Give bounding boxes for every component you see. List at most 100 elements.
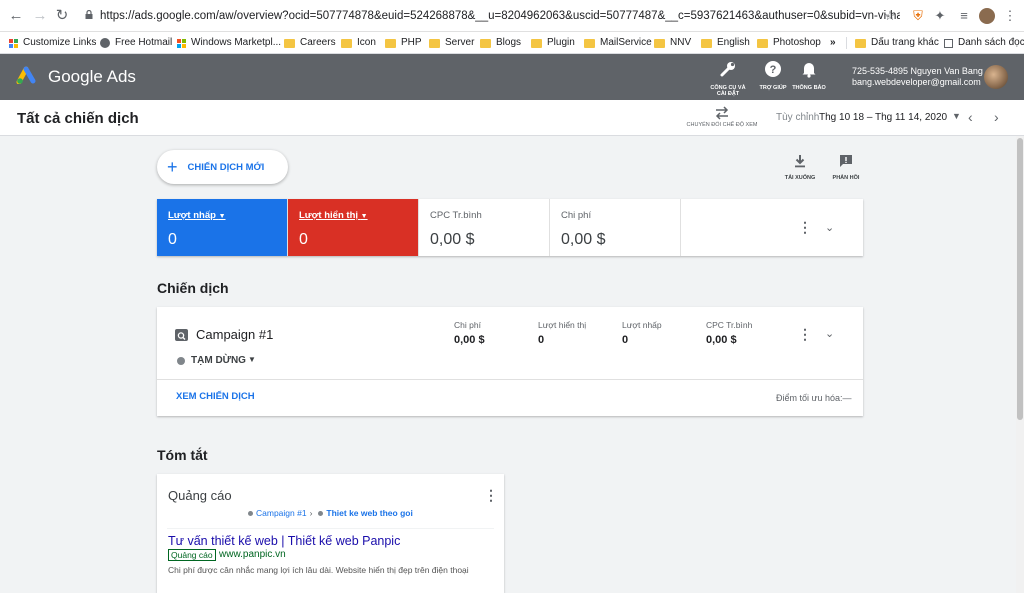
url-bar[interactable]: https://ads.google.com/aw/overview?ocid=… [100,5,900,27]
bookmark-item[interactable]: Blogs [480,36,521,50]
chevron-left-icon[interactable]: ‹ [968,109,973,125]
switch-view-button[interactable]: CHUYỂN ĐỔI CHẾ ĐỘ XEM [680,106,764,128]
bookmark-item[interactable]: MailService [584,36,652,50]
folder-icon [385,38,396,48]
caret-down-icon: ▼ [218,213,226,220]
bookmark-label: Plugin [547,37,575,48]
chevron-right-icon[interactable]: › [994,109,999,125]
svg-text:?: ? [770,64,777,76]
apps-grid-icon [9,38,18,48]
page-scrollbar-thumb[interactable] [1017,138,1023,420]
download-icon [795,155,805,168]
metric-avg-cpc[interactable]: CPC Tr.bình 0,00 $ [419,199,550,256]
bookmark-item[interactable]: Windows Marketpl... [177,36,281,50]
ad-description: Chi phí được cân nhắc mang lợi ích lâu d… [168,565,469,575]
bell-icon [802,63,816,78]
metric-impressions[interactable]: Lượt hiển thị ▼ 0 [288,199,419,256]
bookmarks-overflow-button[interactable]: » [830,36,836,50]
bookmark-item[interactable]: Careers [284,36,336,50]
download-label: TẢI XUỐNG [784,175,816,181]
reload-icon[interactable]: ↻ [52,6,72,26]
metric-value: 0 [299,231,308,248]
optimization-score: Điểm tối ưu hóa:— [776,393,852,403]
notifications-button[interactable]: THÔNG BÁO [787,60,831,91]
campaign-stat-cost: Chi phí 0,00 $ [454,320,485,346]
account-info[interactable]: 725-535-4895 Nguyen Van Bang bang.webdev… [852,66,983,88]
back-arrow-icon[interactable]: ← [6,6,26,26]
bookmark-item[interactable]: English [701,36,750,50]
breadcrumb-campaign-link[interactable]: Campaign #1 [256,508,307,518]
stat-value: 0,00 $ [706,334,737,346]
account-avatar[interactable] [984,65,1008,89]
ad-preview-card: Quảng cáo ⋮ Campaign #1 › Thiet ke web t… [157,474,504,593]
download-button[interactable]: TẢI XUỐNG [780,154,820,181]
more-options-icon[interactable]: ⋮ [798,327,812,341]
extensions-puzzle-icon[interactable]: ✦ [932,8,948,24]
plus-icon: + [167,157,178,177]
bookmark-label: NNV [670,37,692,48]
metrics-scorecard: Lượt nhấp ▼ 0 Lượt hiển thị ▼ 0 CPC Tr.b… [157,199,863,256]
stat-name: Lượt hiển thị [538,320,587,330]
bookmark-label: Free Hotmail [115,37,173,48]
bookmark-label: Blogs [496,37,522,48]
folder-icon [429,38,440,48]
metric-clicks[interactable]: Lượt nhấp ▼ 0 [157,199,288,256]
chevron-down-icon[interactable]: ⌄ [825,327,834,340]
bookmark-item[interactable]: NNV [654,36,691,50]
other-bookmarks[interactable]: Dấu trang khác [855,36,939,50]
adgroup-dot-icon [318,510,324,516]
google-ads-logo-icon[interactable] [16,64,38,84]
folder-icon [757,38,768,48]
bookmark-label: Customize Links [23,37,97,48]
ad-headline[interactable]: Tư vấn thiết kế web | Thiết kế web Panpi… [168,534,400,548]
reading-list[interactable]: Danh sách đọc [944,36,1024,50]
bookmark-label: Dấu trang khác [871,37,939,48]
stat-value: 0,00 $ [454,334,485,346]
metric-name: CPC Tr.bình [430,210,482,221]
folder-icon [480,38,491,48]
bookmarks-bar: Customize Links Free Hotmail Windows Mar… [0,32,1024,54]
bookmark-item[interactable]: Photoshop [757,36,821,50]
bookmark-star-icon[interactable]: ☆ [882,8,898,24]
stat-value: 0 [538,334,545,346]
more-options-icon[interactable]: ⋮ [484,488,498,502]
new-campaign-button[interactable]: + CHIẾN DỊCH MỚI [157,150,288,184]
bookmark-item[interactable]: Plugin [531,36,575,50]
breadcrumb-adgroup-link[interactable]: Thiet ke web theo goi [326,508,412,518]
help-icon: ? [765,61,781,77]
page-title: Tất cả chiến dịch [17,110,139,127]
caret-down-icon[interactable]: ▼ [248,355,256,364]
tools-settings-button[interactable]: CÔNG CỤ VÀ CÀI ĐẶT [706,60,750,97]
metric-name[interactable]: Lượt nhấp ▼ [168,210,226,221]
windows-icon [177,38,186,48]
browser-menu-icon[interactable]: ⋮ [1002,8,1018,24]
bookmark-item[interactable]: Free Hotmail [100,36,172,50]
bookmark-item[interactable]: Customize Links [9,36,96,50]
media-queue-icon[interactable]: ≡ [956,8,972,24]
chevron-down-icon[interactable]: ⌄ [825,221,834,234]
profile-avatar[interactable] [979,8,995,24]
metric-name: Chi phí [561,210,592,221]
bookmark-item[interactable]: PHP [385,36,422,50]
shield-extension-icon[interactable]: ⛨ [910,8,926,24]
bookmark-item[interactable]: Server [429,36,474,50]
bookmark-item[interactable]: Icon [341,36,376,50]
metric-name[interactable]: Lượt hiển thị ▼ [299,210,368,221]
folder-icon [531,38,542,48]
stat-value: 0 [622,334,629,346]
breadcrumb-separator: › [309,508,313,518]
metric-cost[interactable]: Chi phí 0,00 $ [550,199,681,256]
feedback-label: PHẢN HỒI [832,175,860,181]
paused-status-icon [177,357,185,365]
campaign-status-dropdown[interactable]: TẠM DỪNG [191,355,246,366]
caret-down-icon[interactable]: ▼ [952,111,961,121]
stat-name: Lượt nhấp [622,320,662,330]
summary-section-title: Tóm tắt [157,447,208,463]
view-campaign-link[interactable]: XEM CHIẾN DỊCH [176,391,255,402]
campaign-name[interactable]: Campaign #1 [196,327,273,342]
more-options-icon[interactable]: ⋮ [798,220,812,234]
date-range-selector[interactable]: Thg 10 18 – Thg 11 14, 2020 [819,112,947,123]
forward-arrow-icon[interactable]: → [30,6,50,26]
feedback-button[interactable]: PHẢN HỒI [826,154,866,181]
folder-icon [654,38,665,48]
